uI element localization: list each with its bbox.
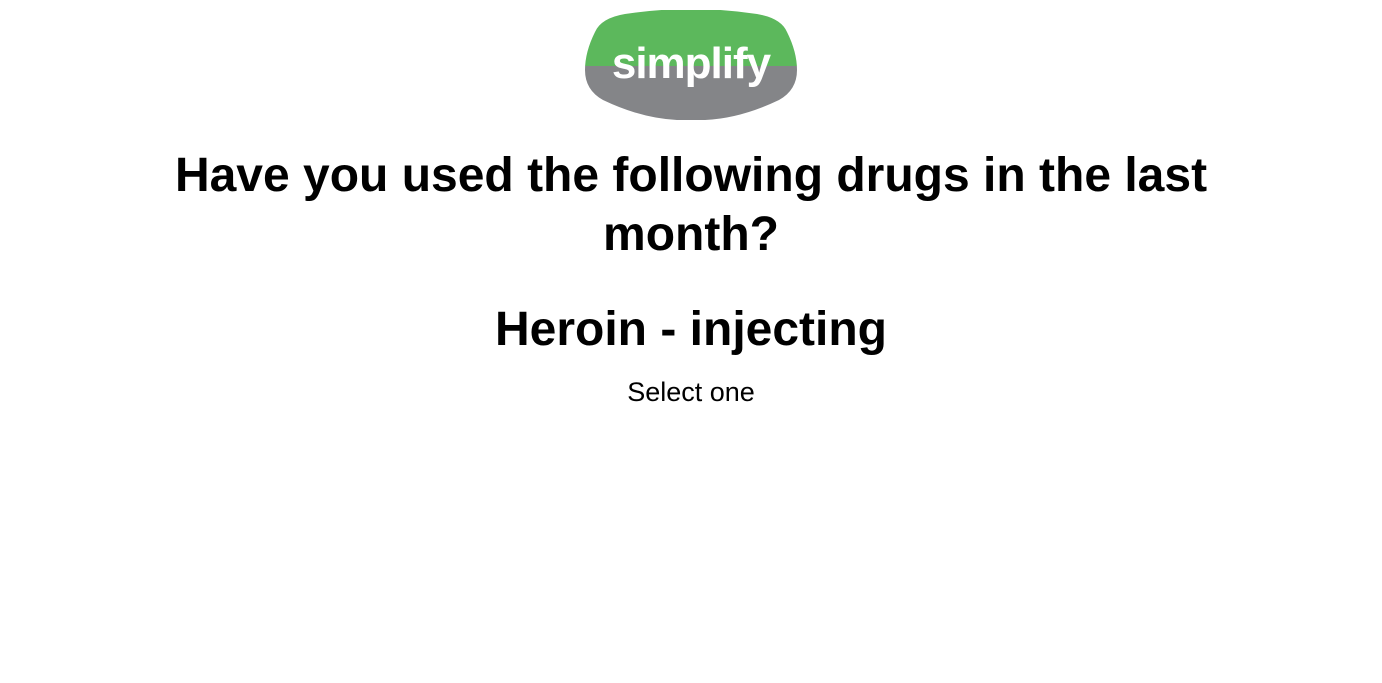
logo-graphic: simplify bbox=[585, 10, 797, 120]
logo-text: simplify bbox=[612, 39, 772, 88]
drug-name: Heroin - injecting bbox=[494, 303, 887, 356]
simplify-logo: simplify bbox=[583, 10, 799, 120]
question-heading: Have you used the following drugs in the… bbox=[0, 146, 1382, 264]
question-line-2: month? bbox=[603, 208, 779, 261]
select-instruction: Select one bbox=[627, 377, 755, 407]
survey-page: simplify Have you used the following dru… bbox=[0, 0, 1382, 683]
question-line-1: Have you used the following drugs in the… bbox=[174, 149, 1208, 202]
